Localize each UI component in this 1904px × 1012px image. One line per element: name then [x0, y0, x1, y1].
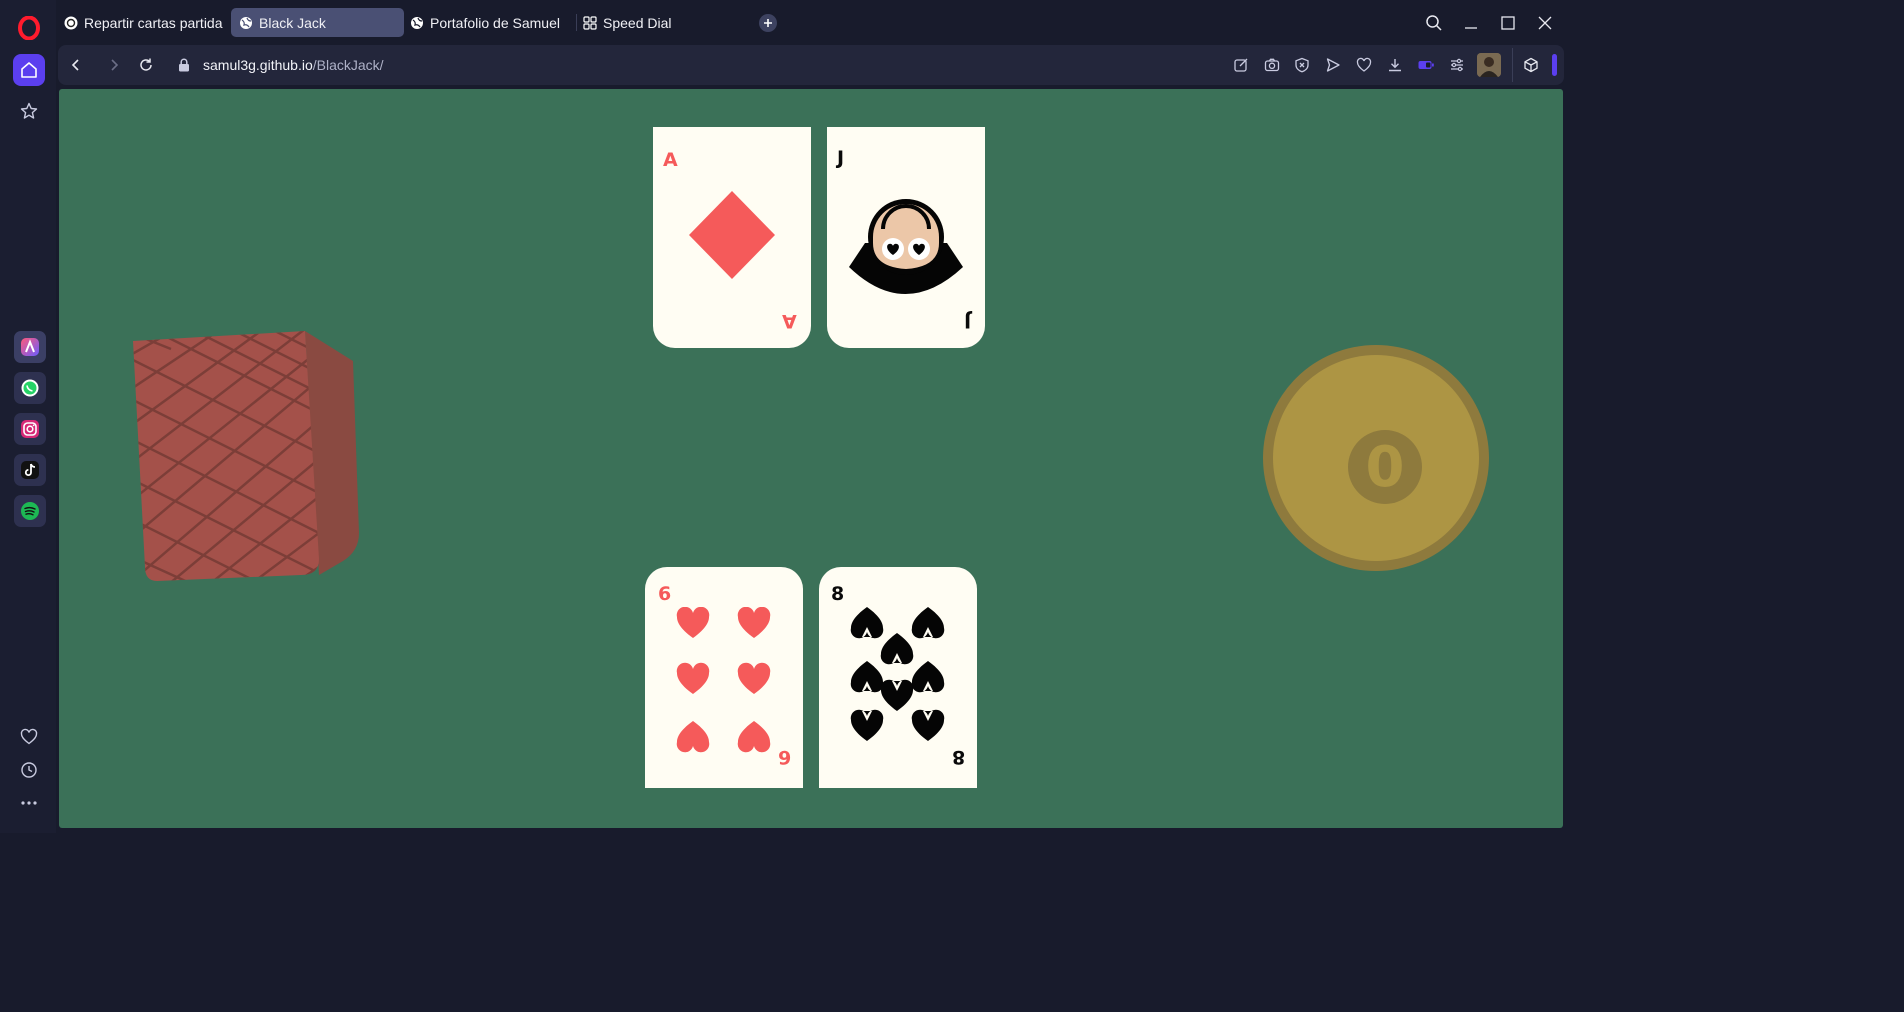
easy-setup-button[interactable]	[1447, 55, 1467, 75]
globe-icon	[239, 16, 253, 30]
new-tab-button[interactable]	[759, 14, 777, 32]
chatgpt-icon	[64, 16, 78, 30]
more-icon	[21, 801, 37, 805]
back-button[interactable]	[66, 55, 86, 75]
download-icon	[1389, 59, 1401, 72]
avatar-icon	[1477, 53, 1501, 77]
tab-label: Speed Dial	[603, 14, 672, 31]
tab-label: Repartir cartas partida	[84, 14, 223, 31]
tab-speed-dial[interactable]: Speed Dial	[575, 8, 745, 37]
minimize-icon	[1465, 27, 1477, 29]
edit-icon	[1234, 58, 1248, 72]
card-rank: A	[663, 149, 678, 171]
minimize-button[interactable]	[1460, 12, 1482, 34]
snapshot-edit-button[interactable]	[1231, 55, 1251, 75]
sidebar-history-button[interactable]	[13, 754, 45, 786]
card-rank-inverted: 6	[777, 746, 791, 768]
star-icon	[20, 102, 38, 119]
camera-icon	[1264, 58, 1280, 72]
blackjack-table: A A J J 6 6 8 8 0	[59, 89, 1563, 828]
dealer-card-1[interactable]: A A	[653, 127, 811, 348]
maximize-button[interactable]	[1497, 12, 1519, 34]
cube-icon	[1524, 57, 1538, 73]
sidebar-bookmarks-button[interactable]	[13, 95, 45, 127]
card-rank-inverted: A	[782, 310, 797, 332]
tab-label: Black Jack	[259, 14, 326, 31]
home-icon	[21, 62, 37, 78]
card-rank-inverted: J	[963, 310, 971, 332]
chevron-left-icon	[71, 59, 79, 71]
close-window-button[interactable]	[1534, 12, 1556, 34]
heart-icon	[20, 728, 38, 745]
tab-label: Portafolio de Samuel	[430, 14, 560, 31]
battery-icon	[1418, 61, 1434, 69]
url-path: /BlackJack/	[312, 57, 384, 73]
maximize-icon	[1501, 16, 1515, 30]
lock-icon[interactable]	[174, 55, 194, 75]
search-icon	[1426, 15, 1442, 31]
speed-dial-icon	[583, 15, 597, 30]
shield-x-icon	[1295, 57, 1309, 73]
aria-icon[interactable]	[14, 331, 46, 363]
globe-icon	[410, 16, 424, 30]
url-host: samul3g.github.io	[203, 57, 313, 73]
battery-saver-button[interactable]	[1416, 55, 1436, 75]
dealer-card-2[interactable]: J J	[827, 127, 985, 348]
card-deck[interactable]	[131, 329, 363, 585]
search-tabs-button[interactable]	[1423, 12, 1445, 34]
url-field[interactable]: samul3g.github.io/BlackJack/	[203, 57, 384, 73]
extensions-button[interactable]	[1521, 55, 1541, 75]
camera-button[interactable]	[1262, 55, 1282, 75]
reload-icon	[140, 58, 152, 71]
whatsapp-icon[interactable]	[14, 372, 46, 404]
sidebar-home-button[interactable]	[13, 54, 45, 86]
profile-avatar[interactable]	[1477, 53, 1501, 77]
sidebar-favorites-button[interactable]	[13, 721, 45, 753]
tab-black-jack[interactable]: Black Jack	[231, 8, 404, 37]
plus-icon	[764, 19, 772, 27]
jack-face-icon	[849, 199, 963, 294]
send-icon	[1326, 58, 1340, 72]
sidebar-toggle-indicator[interactable]	[1552, 54, 1557, 76]
hearts-pips	[676, 607, 771, 753]
tab-portafolio[interactable]: Portafolio de Samuel	[402, 8, 572, 37]
sidebar-more-button[interactable]	[13, 787, 45, 819]
clock-icon	[21, 762, 37, 778]
browser-sidebar	[0, 0, 56, 833]
tab-repartir-cartas[interactable]: Repartir cartas partida	[56, 8, 226, 37]
bet-chip[interactable]: 0	[1263, 345, 1489, 571]
bet-amount: 0	[1348, 430, 1422, 504]
downloads-button[interactable]	[1385, 55, 1405, 75]
settings-sliders-icon	[1451, 58, 1463, 72]
card-rank: 6	[658, 583, 672, 605]
opera-logo-icon[interactable]	[18, 15, 40, 41]
bet-chip-face: 0	[1273, 355, 1479, 561]
close-icon	[1538, 16, 1552, 30]
spotify-icon[interactable]	[14, 495, 46, 527]
instagram-icon[interactable]	[14, 413, 46, 445]
spades-pips	[850, 607, 945, 741]
player-card-2[interactable]: 8 8	[819, 567, 977, 788]
card-rank-inverted: 8	[951, 746, 965, 768]
tiktok-icon[interactable]	[14, 454, 46, 486]
reload-button[interactable]	[136, 55, 156, 75]
diamond-suit-icon	[689, 191, 775, 279]
favorite-button[interactable]	[1354, 55, 1374, 75]
chevron-right-icon	[111, 59, 119, 71]
player-card-1[interactable]: 6 6	[645, 567, 803, 788]
toolbar-divider	[1512, 48, 1513, 82]
heart-icon	[1356, 57, 1372, 72]
forward-button[interactable]	[104, 55, 124, 75]
card-rank: J	[837, 147, 845, 169]
send-button[interactable]	[1323, 55, 1343, 75]
adblock-button[interactable]	[1292, 55, 1312, 75]
card-rank: 8	[831, 583, 845, 605]
